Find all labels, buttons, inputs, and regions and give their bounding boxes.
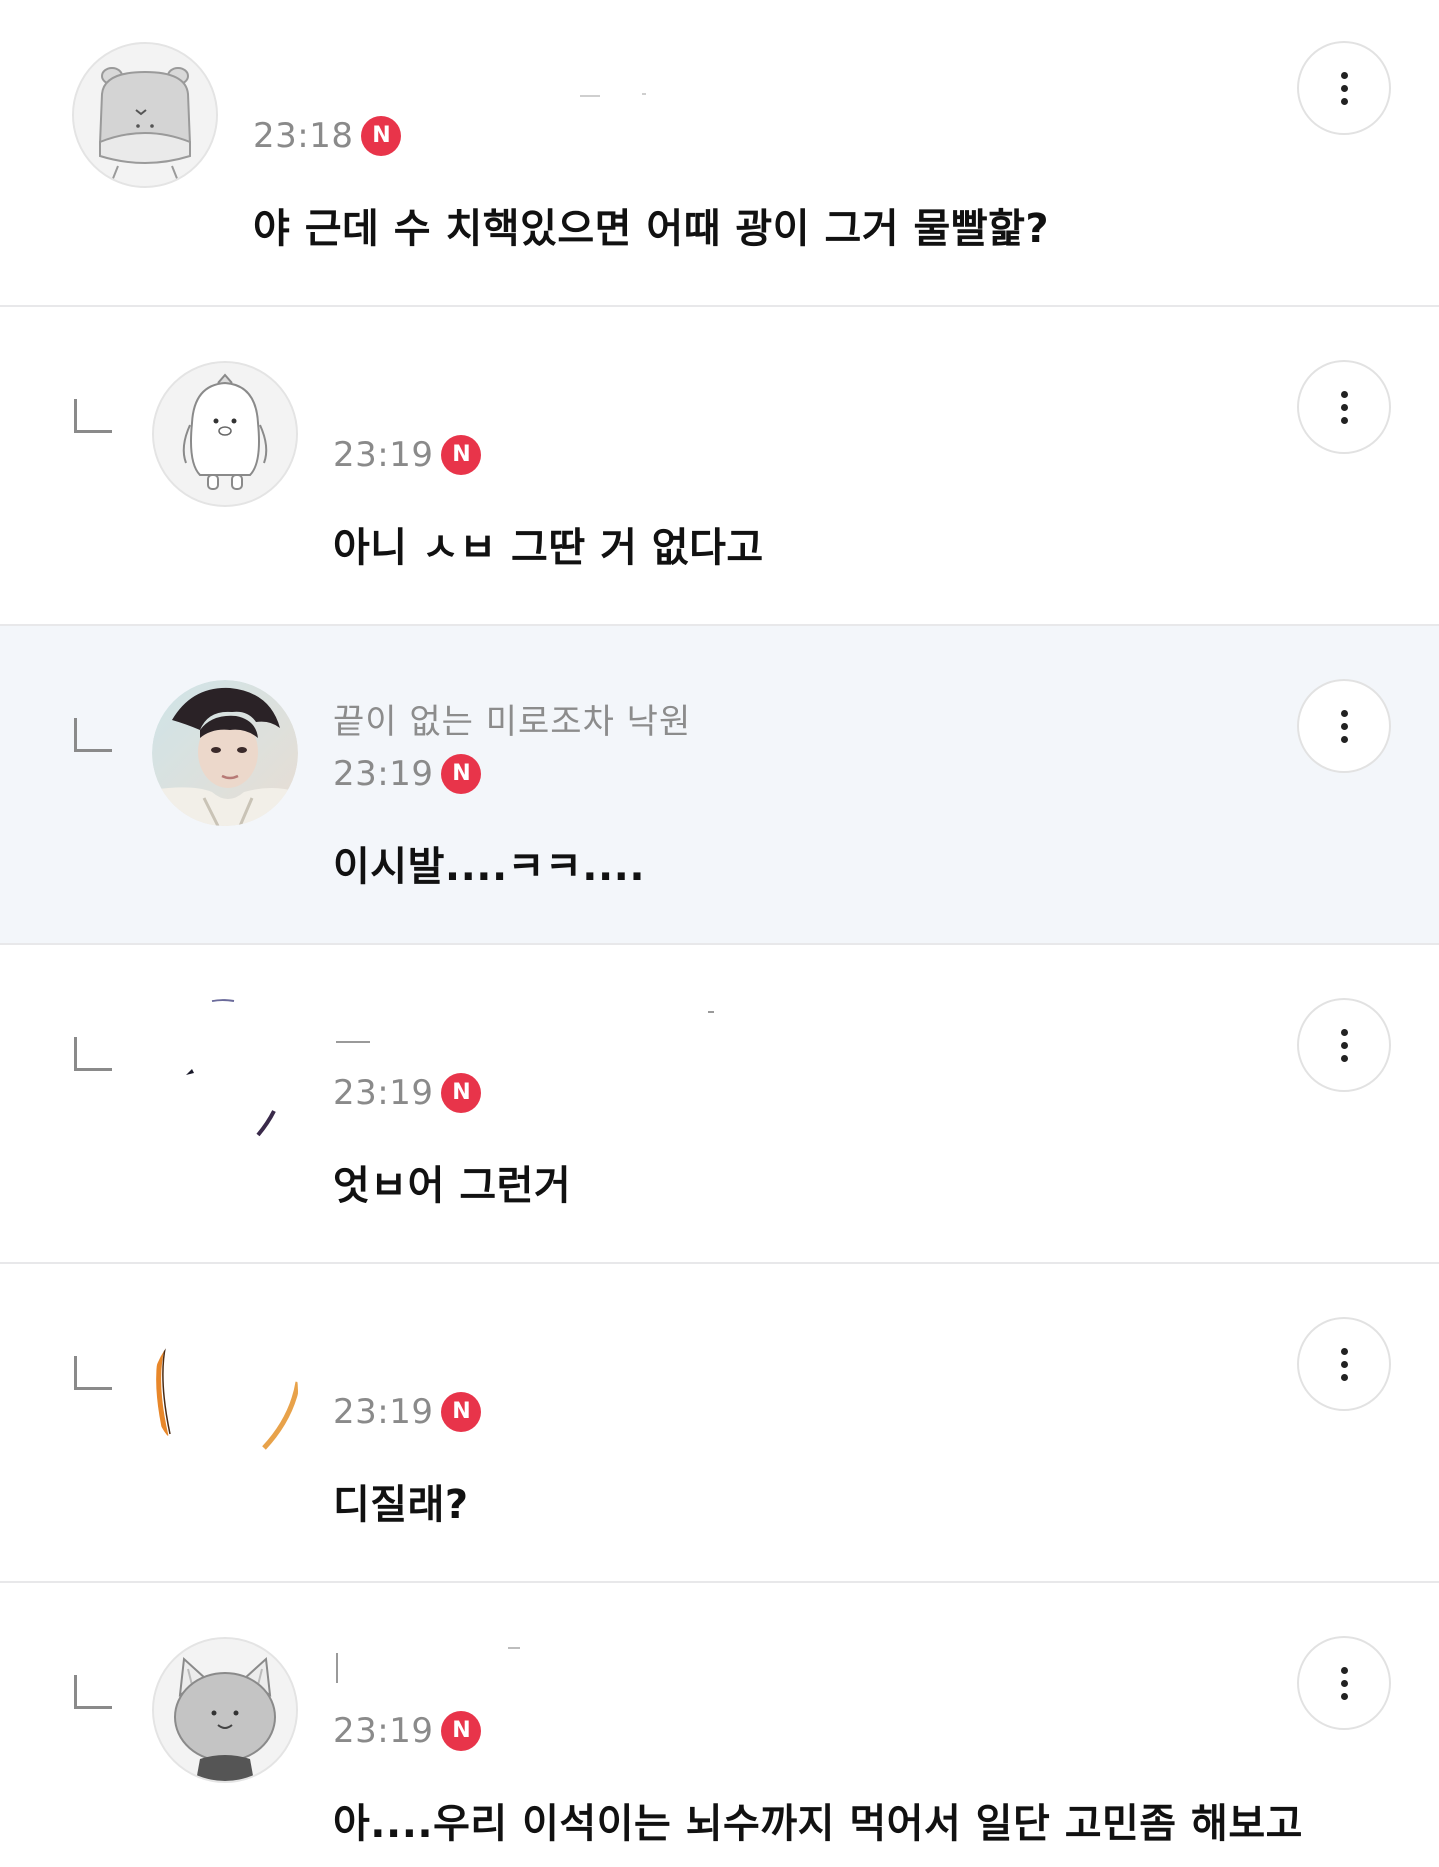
reply-item: 끝이 없는 미로조차 낙원 23:19 N 이시발....ㅋㅋ....	[0, 626, 1439, 945]
comment-meta: 23:19 N	[333, 1073, 482, 1113]
more-button[interactable]	[1297, 679, 1391, 773]
more-vertical-icon	[1340, 1028, 1348, 1062]
redacted-avatar[interactable]	[152, 1318, 298, 1464]
comment-text: 야 근데 수 치핵있으면 어때 광이 그거 물빨핥?	[253, 206, 1050, 252]
comment-list: 23:18 N 야 근데 수 치핵있으면 어때 광이 그거 물빨핥? 23:19…	[0, 0, 1439, 1855]
reply-arrow-icon	[74, 1037, 112, 1071]
timestamp: 23:18	[253, 116, 354, 156]
reply-arrow-icon	[74, 718, 112, 752]
comment-text: 엇ㅂ어 그런거	[333, 1163, 572, 1209]
comment-meta: 23:19 N	[333, 1711, 482, 1751]
timestamp: 23:19	[333, 1392, 434, 1432]
new-badge: N	[361, 116, 402, 156]
more-vertical-icon	[1340, 390, 1348, 424]
redacted-nickname	[336, 1653, 354, 1683]
penguin-avatar[interactable]	[152, 361, 298, 507]
more-vertical-icon	[1340, 71, 1348, 105]
comment-text: 디질래?	[333, 1482, 469, 1528]
reply-item: 23:19 N 엇ㅂ어 그런거	[0, 945, 1439, 1264]
comment-text: 아니 ㅅㅂ 그딴 거 없다고	[333, 525, 764, 571]
comment-meta: 23:19 N	[333, 435, 482, 475]
timestamp: 23:19	[333, 1073, 434, 1113]
new-badge: N	[441, 435, 482, 475]
reply-arrow-icon	[74, 1356, 112, 1390]
cat-avatar[interactable]	[152, 1637, 298, 1783]
more-button[interactable]	[1297, 1636, 1391, 1730]
comment-meta: 23:18 N	[253, 116, 402, 156]
comment-meta: 23:19 N	[333, 754, 482, 794]
reply-item: 23:19 N 아....우리 이석이는 뇌수까지 먹어서 일단 고민좀 해보고	[0, 1583, 1439, 1855]
hippo-avatar[interactable]	[72, 42, 218, 188]
redacted-avatar[interactable]	[152, 999, 298, 1145]
reply-arrow-icon	[74, 1675, 112, 1709]
new-badge: N	[441, 754, 482, 794]
nickname[interactable]: 끝이 없는 미로조차 낙원	[333, 694, 691, 743]
new-badge: N	[441, 1392, 482, 1432]
more-vertical-icon	[1340, 1347, 1348, 1381]
redacted-nickname	[336, 1041, 370, 1043]
reply-arrow-icon	[74, 399, 112, 433]
comment-text: 아....우리 이석이는 뇌수까지 먹어서 일단 고민좀 해보고	[333, 1801, 1303, 1847]
more-button[interactable]	[1297, 1317, 1391, 1411]
timestamp: 23:19	[333, 435, 434, 475]
reply-item: 23:19 N 아니 ㅅㅂ 그딴 거 없다고	[0, 307, 1439, 626]
more-button[interactable]	[1297, 360, 1391, 454]
redacted-nickname	[508, 1647, 520, 1649]
new-badge: N	[441, 1073, 482, 1113]
photo-avatar[interactable]	[152, 680, 298, 826]
timestamp: 23:19	[333, 754, 434, 794]
reply-item: 23:19 N 디질래?	[0, 1264, 1439, 1583]
comment-meta: 23:19 N	[333, 1392, 482, 1432]
redacted-nickname	[580, 95, 600, 97]
comment-item: 23:18 N 야 근데 수 치핵있으면 어때 광이 그거 물빨핥?	[0, 0, 1439, 307]
more-vertical-icon	[1340, 1666, 1348, 1700]
more-vertical-icon	[1340, 709, 1348, 743]
more-button[interactable]	[1297, 41, 1391, 135]
redacted-nickname	[642, 93, 646, 95]
comment-text: 이시발....ㅋㅋ....	[333, 844, 646, 890]
redacted-nickname	[708, 1011, 714, 1013]
more-button[interactable]	[1297, 998, 1391, 1092]
new-badge: N	[441, 1711, 482, 1751]
timestamp: 23:19	[333, 1711, 434, 1751]
